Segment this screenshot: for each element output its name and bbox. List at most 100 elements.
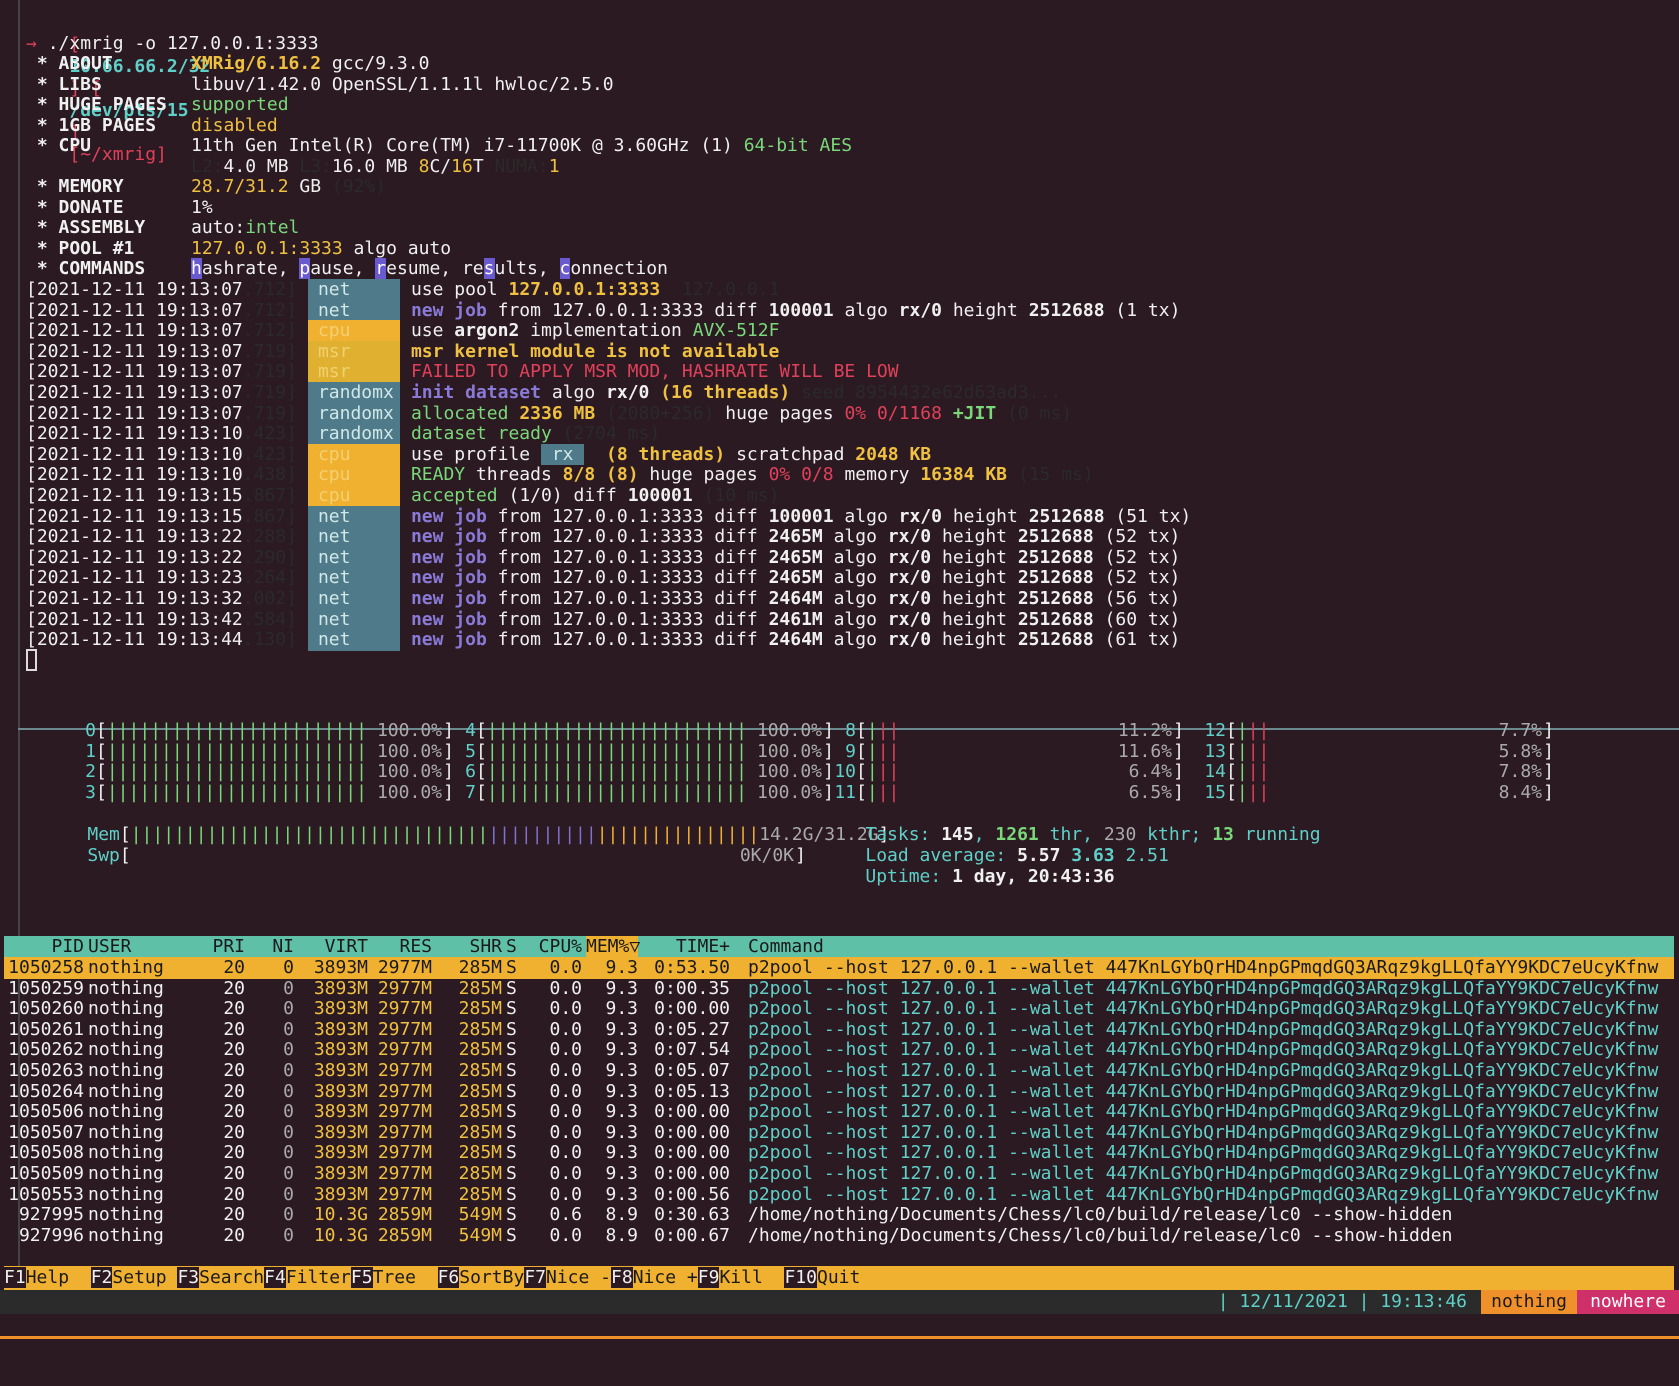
process-row[interactable]: 1050263 nothing 20 0 3893M 2977M 285M S 0.0 9.3 0:… xyxy=(4,1060,1674,1082)
cell-shr: 285M xyxy=(458,1183,502,1205)
log-message: algo xyxy=(822,608,888,630)
log-timestamp-ms: .712] xyxy=(242,299,297,321)
cell-cpu: 0.0 xyxy=(549,1121,582,1143)
info-value: 8 xyxy=(418,155,430,177)
cell-res: 2859M xyxy=(377,1204,432,1226)
cell-time: 0:00.00 xyxy=(654,1121,730,1143)
cell-ni: 0 xyxy=(283,957,294,978)
fkey-label-f2[interactable]: Setup xyxy=(112,1267,177,1288)
log-message: 2048 KB xyxy=(855,443,932,465)
cpu-value: 11.6% xyxy=(1117,740,1172,762)
cpu-bar-kernel: || xyxy=(1247,761,1270,782)
process-row[interactable]: 1050508 nothing 20 0 3893M 2977M 285M S 0.0 9.3 0:… xyxy=(4,1142,1674,1164)
log-timestamp-ms: .002] xyxy=(242,588,297,609)
cell-user: nothing xyxy=(88,1080,164,1102)
info-value: supported xyxy=(191,94,289,115)
log-message: 127.0.0.1 xyxy=(671,279,780,300)
info-value: libuv/1.42.0 OpenSSL/1.1.1l hwloc/2.5.0 xyxy=(191,73,614,95)
log-message: new job xyxy=(410,299,487,321)
log-timestamp: [2021-12-11 19:13:07 xyxy=(26,320,243,342)
fkey-label-f4[interactable]: Filter xyxy=(286,1267,351,1288)
meter-bracket: [ xyxy=(1226,761,1237,782)
fkey-label-f1[interactable]: Help xyxy=(26,1267,91,1288)
log-message: 2512688 xyxy=(1017,629,1094,651)
cell-shr: 549M xyxy=(458,1224,502,1246)
cell-s: S xyxy=(506,1204,517,1226)
cell-pri: 20 xyxy=(223,1039,245,1061)
column-header-cpu[interactable]: CPU% xyxy=(530,936,582,958)
fkey-f2: F2 xyxy=(90,1267,113,1288)
cell-pid: 1050553 xyxy=(8,1183,84,1205)
column-header-s[interactable]: S xyxy=(506,936,526,958)
cpu-value: 100.0% xyxy=(376,720,442,741)
column-header-mem[interactable]: MEM%▽ xyxy=(586,936,640,958)
cell-mem: 8.9 xyxy=(605,1204,638,1226)
process-table-header[interactable]: PID USER PRI NI VIRT RES SHR S CPU% MEM%▽ TIME+ Com… xyxy=(4,936,1674,958)
cpu-meter-13: 13[||| 5.8%] xyxy=(1194,741,1554,763)
process-row[interactable]: 1050509 nothing 20 0 3893M 2977M 285M S 0.0 9.3 0:… xyxy=(4,1163,1674,1185)
fkey-label-f6[interactable]: SortBy xyxy=(459,1267,524,1288)
cpu-bar: ||| xyxy=(1237,761,1270,782)
cell-user: nothing xyxy=(88,1060,164,1081)
log-message: 100001 xyxy=(627,485,693,506)
column-header-pri[interactable]: PRI xyxy=(200,936,245,958)
process-row[interactable]: 1050264 nothing 20 0 3893M 2977M 285M S 0.0 9.3 0:… xyxy=(4,1081,1674,1103)
log-message: from xyxy=(486,299,552,321)
meter-bracket: [ xyxy=(1226,720,1237,741)
process-row[interactable]: 1050262 nothing 20 0 3893M 2977M 285M S 0.0 9.3 0:… xyxy=(4,1039,1674,1061)
column-header-time[interactable]: TIME+ xyxy=(642,936,730,958)
function-key-bar[interactable]: F1Help F2Setup F3SearchF4FilterF5Tree F6… xyxy=(4,1266,1674,1290)
cell-pri: 20 xyxy=(223,1080,245,1102)
cpu-meter-14: 14[||| 7.8%] xyxy=(1194,761,1554,783)
fkey-label-f8[interactable]: Nice + xyxy=(633,1267,698,1288)
log-tag: net xyxy=(307,567,400,590)
fkey-label-f5[interactable]: Tree xyxy=(373,1267,438,1288)
column-header-ni[interactable]: NI xyxy=(249,936,294,958)
cell-virt: 3893M xyxy=(313,1121,368,1143)
log-message: height xyxy=(931,526,1018,548)
process-row[interactable]: 1050261 nothing 20 0 3893M 2977M 285M S 0.0 9.3 0:… xyxy=(4,1019,1674,1041)
column-header-res[interactable]: RES xyxy=(372,936,432,958)
cpu-id: 10 xyxy=(834,761,856,782)
column-header-user[interactable]: USER xyxy=(88,936,196,958)
log-message: (1/0) diff xyxy=(497,485,628,506)
tasks-meter: Tasks: 145, 1261 thr, 230 kthr; 13 runni… xyxy=(865,824,1321,845)
process-row[interactable]: 1050259 nothing 20 0 3893M 2977M 285M S 0.0 9.3 0:… xyxy=(4,978,1674,1000)
command-hotkey: p xyxy=(299,258,311,279)
log-message: use profile xyxy=(410,443,541,465)
column-header-pid[interactable]: PID xyxy=(4,936,84,958)
cpu-id: 3 xyxy=(85,781,96,803)
column-header-virt[interactable]: VIRT xyxy=(298,936,368,958)
cpu-bar: ||| xyxy=(867,741,900,762)
process-row[interactable]: 1050260 nothing 20 0 3893M 2977M 285M S 0.0 9.3 0:… xyxy=(4,998,1674,1020)
column-header-shr[interactable]: SHR xyxy=(436,936,502,958)
swap-meter: Swp[0K/0K] xyxy=(87,845,806,866)
cpu-meter-9: 9[||| 11.6%] xyxy=(824,741,1184,763)
log-entry: [2021-12-11 19:13:07.712] net use pool 127… xyxy=(26,279,779,301)
log-tag: randomx xyxy=(307,423,400,446)
column-header-command[interactable]: Command xyxy=(734,936,1648,958)
process-row[interactable]: 927996 nothing 20 0 10.3G 2859M 549M S 0.0 8.9 0:0… xyxy=(4,1225,1674,1247)
log-timestamp: [2021-12-11 19:13:15 xyxy=(26,505,243,527)
fkey-label-f7[interactable]: Nice - xyxy=(546,1267,611,1288)
fkey-label-f10[interactable]: Quit xyxy=(817,1267,860,1288)
cell-mem: 9.3 xyxy=(605,957,638,978)
process-row[interactable]: 1050507 nothing 20 0 3893M 2977M 285M S 0.0 9.3 0:… xyxy=(4,1122,1674,1144)
log-entry: [2021-12-11 19:13:10.423] cpu use profile … xyxy=(26,443,932,466)
cell-res: 2977M xyxy=(377,1018,432,1040)
fkey-label-f3[interactable]: Search xyxy=(199,1267,264,1288)
process-row[interactable]: 1050258 nothing 20 0 3893M 2977M 285M S 0.0 9.3 0:… xyxy=(4,957,1674,979)
fkey-f10: F10 xyxy=(784,1267,817,1288)
cpu-value: 100.0% xyxy=(756,761,822,782)
log-message: rx/0 xyxy=(606,382,661,403)
meter-bracket: ] xyxy=(1173,761,1184,782)
process-row[interactable]: 1050506 nothing 20 0 3893M 2977M 285M S 0.0 9.3 0:… xyxy=(4,1101,1674,1123)
process-row[interactable]: 927995 nothing 20 0 10.3G 2859M 549M S 0.6 8.9 0:3… xyxy=(4,1204,1674,1226)
process-row[interactable]: 1050553 nothing 20 0 3893M 2977M 285M S 0.0 9.3 0:… xyxy=(4,1184,1674,1206)
cell-virt: 3893M xyxy=(313,1163,368,1184)
xmrig-terminal-pane[interactable]: [ 10.66.66.2/32 ] [ /dev/pts/15 ] [~/xmr… xyxy=(18,0,1679,736)
fkey-label-f9[interactable]: Kill xyxy=(719,1267,784,1288)
cpu-value: 6.5% xyxy=(1128,781,1172,803)
meter-bracket: [ xyxy=(476,740,487,762)
cpu-bar-kernel: || xyxy=(877,781,900,803)
